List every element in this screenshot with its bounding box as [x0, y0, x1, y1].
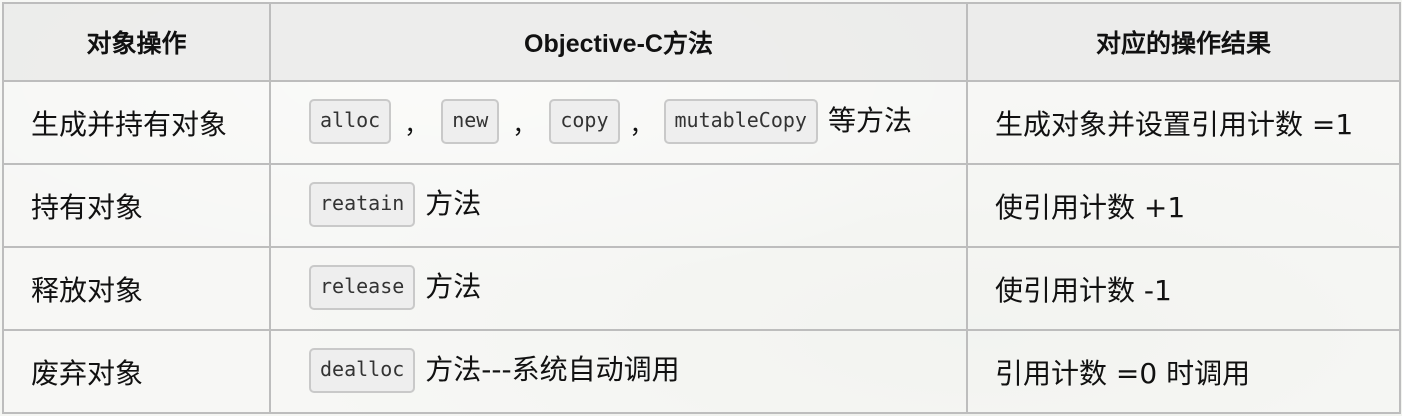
code-new: new	[441, 99, 500, 144]
header-result: 对应的操作结果	[966, 2, 1401, 82]
cell-result: 生成对象并设置引用计数 =1	[966, 80, 1401, 165]
table-row: 释放对象 release 方法 使引用计数 -1	[2, 246, 1401, 331]
header-operation: 对象操作	[2, 2, 271, 82]
code-reatain: reatain	[309, 182, 416, 227]
cell-result: 使引用计数 +1	[966, 163, 1401, 248]
reference-counting-table: 对象操作 Objective-C方法 对应的操作结果 生成并持有对象 alloc…	[2, 2, 1401, 414]
table-row: 持有对象 reatain 方法 使引用计数 +1	[2, 163, 1401, 248]
code-release: release	[309, 265, 416, 310]
table-header-row: 对象操作 Objective-C方法 对应的操作结果	[2, 2, 1401, 82]
code-alloc: alloc	[309, 99, 392, 144]
cell-methods: dealloc 方法---系统自动调用	[269, 329, 968, 414]
table-row: 生成并持有对象 alloc ， new ， copy ， mutableCopy 等方法 生成…	[2, 80, 1401, 165]
method-suffix: 方法	[425, 186, 482, 220]
method-suffix: 等方法	[827, 103, 912, 137]
code-copy: copy	[549, 99, 620, 144]
cell-methods: release 方法	[269, 246, 968, 331]
table-row: 废弃对象 dealloc 方法---系统自动调用 引用计数 =0 时调用	[2, 329, 1401, 414]
method-suffix: 方法---系统自动调用	[425, 352, 680, 386]
cell-operation: 生成并持有对象	[2, 80, 271, 165]
separator: ，	[629, 111, 654, 139]
separator: ，	[512, 111, 537, 139]
cell-operation: 持有对象	[2, 163, 271, 248]
code-dealloc: dealloc	[309, 348, 416, 393]
cell-result: 引用计数 =0 时调用	[966, 329, 1401, 414]
separator: ，	[404, 111, 429, 139]
header-objc-method: Objective-C方法	[269, 2, 968, 82]
methods-table-container: 对象操作 Objective-C方法 对应的操作结果 生成并持有对象 alloc…	[2, 2, 1401, 414]
cell-operation: 废弃对象	[2, 329, 271, 414]
cell-methods: reatain 方法	[269, 163, 968, 248]
method-suffix: 方法	[425, 269, 482, 303]
code-mutablecopy: mutableCopy	[663, 99, 818, 144]
cell-operation: 释放对象	[2, 246, 271, 331]
cell-result: 使引用计数 -1	[966, 246, 1401, 331]
cell-methods: alloc ， new ， copy ， mutableCopy 等方法	[269, 80, 968, 165]
